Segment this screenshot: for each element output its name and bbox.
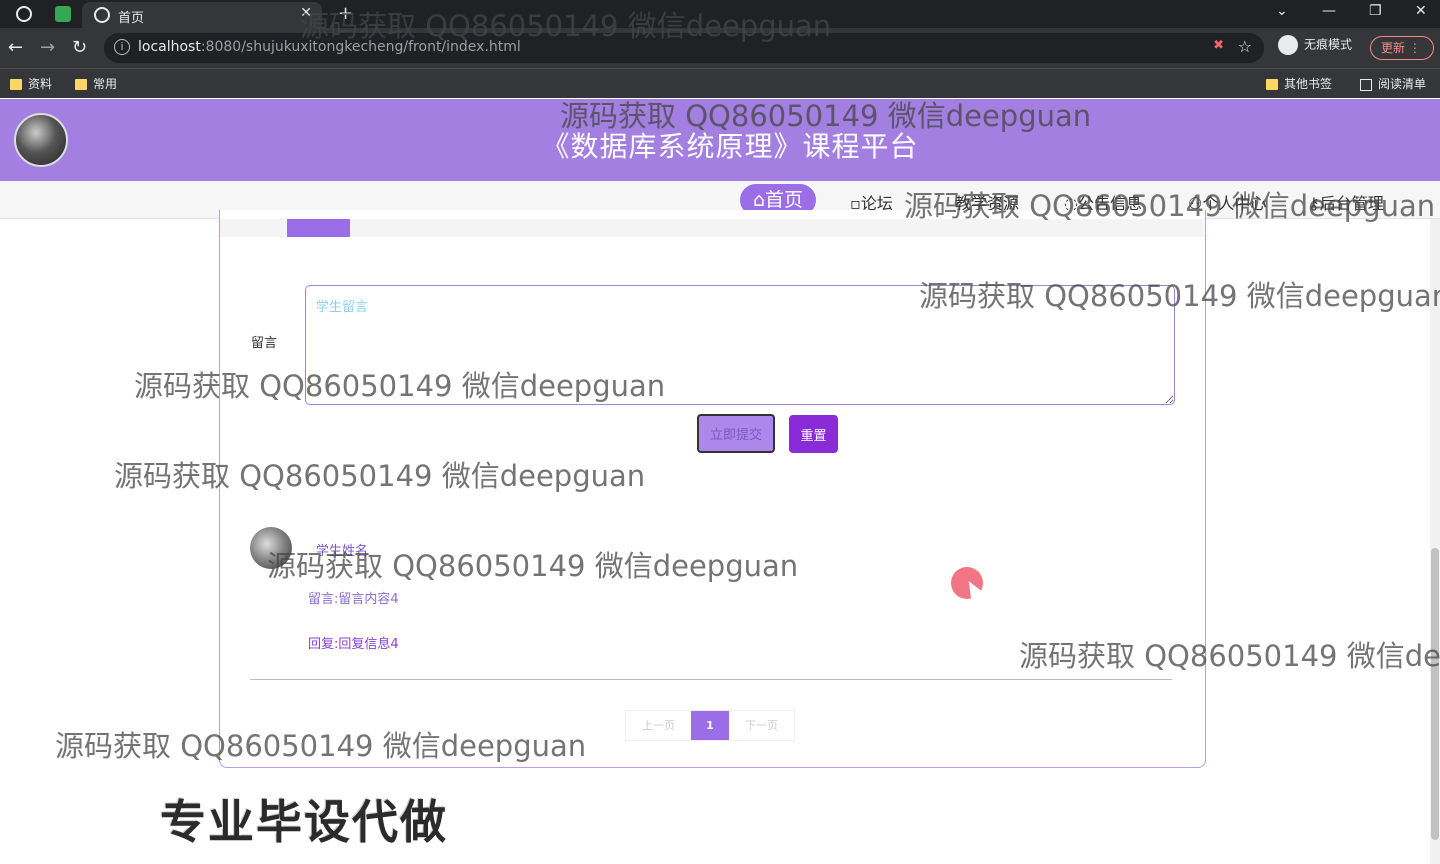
minimize-window-button[interactable]: — bbox=[1322, 3, 1336, 19]
info-icon[interactable]: i bbox=[114, 39, 130, 55]
next-page-button[interactable]: 下一页 bbox=[729, 711, 794, 740]
reload-icon[interactable]: ↻ bbox=[72, 37, 87, 58]
promo-banner: 专业毕设代做 bbox=[160, 795, 448, 849]
detail-tabs bbox=[220, 219, 1204, 237]
bookmarks-bar: 资料 常用 其他书签 阅读清单 bbox=[0, 68, 1440, 98]
incognito-icon bbox=[1278, 35, 1298, 55]
reset-button[interactable]: 重置 bbox=[789, 415, 838, 453]
forward-arrow-icon[interactable]: → bbox=[40, 37, 55, 58]
bookmark-folder-changyong[interactable]: 常用 bbox=[75, 75, 117, 92]
tab-title: 首页 bbox=[118, 11, 145, 26]
close-tab-icon[interactable]: ✕ bbox=[300, 5, 312, 21]
comment-content: 留言:留言内容4 bbox=[308, 592, 399, 607]
message-textarea[interactable] bbox=[305, 285, 1175, 405]
browser-tab-home[interactable]: 首页 ✕ bbox=[82, 2, 322, 28]
page-1-button[interactable]: 1 bbox=[691, 711, 729, 740]
blocked-popup-icon[interactable]: ✖ bbox=[1213, 38, 1224, 53]
divider bbox=[250, 679, 1172, 680]
address-bar[interactable]: i localhost:8080/shujukuxitongkecheng/fr… bbox=[104, 33, 1264, 63]
reading-list-icon bbox=[1360, 78, 1372, 91]
message-label: 留言 bbox=[251, 336, 278, 351]
scrollbar-thumb[interactable] bbox=[1431, 548, 1439, 840]
browser-toolbar: ← → ↻ i localhost:8080/shujukuxitongkech… bbox=[0, 28, 1440, 68]
pagination: 上一页 1 下一页 bbox=[625, 710, 795, 741]
comment-reply: 回复:回复信息4 bbox=[308, 637, 399, 652]
key-icon: ⚷ bbox=[1308, 194, 1320, 213]
close-window-button[interactable]: ✕ bbox=[1415, 3, 1427, 19]
folder-icon bbox=[1266, 79, 1278, 90]
sheets-app-icon[interactable] bbox=[55, 6, 71, 22]
tab-messages[interactable] bbox=[287, 219, 350, 237]
comment-author: 学生姓名 bbox=[316, 544, 369, 559]
bookmark-folder-other[interactable]: 其他书签 bbox=[1266, 75, 1332, 92]
reading-list[interactable]: 阅读清单 bbox=[1360, 75, 1426, 92]
globe-icon bbox=[94, 7, 110, 23]
url-text[interactable]: localhost:8080/shujukuxitongkecheng/fron… bbox=[138, 39, 521, 55]
site-header: 《数据库系统原理》课程平台 bbox=[0, 99, 1440, 181]
submit-button[interactable]: 立即提交 bbox=[697, 414, 775, 453]
avatar bbox=[250, 527, 292, 569]
bookmark-folder-ziliao[interactable]: 资料 bbox=[10, 75, 52, 92]
prev-page-button[interactable]: 上一页 bbox=[626, 711, 691, 740]
folder-icon bbox=[75, 79, 87, 90]
update-button[interactable]: 更新 ⋮ bbox=[1370, 36, 1434, 60]
message-board-card: 留言 立即提交 重置 学生姓名 留言:留言内容4 回复:回复信息4 上一页 1 … bbox=[219, 210, 1206, 768]
folder-icon bbox=[10, 79, 22, 90]
browser-tabbar: 首页 ✕ + ⌄ — ❐ ✕ bbox=[0, 0, 1440, 28]
incognito-indicator[interactable]: 无痕模式 bbox=[1278, 35, 1352, 55]
nav-item-admin[interactable]: ⚷后台管理 bbox=[1308, 190, 1384, 214]
browser-app-icon[interactable] bbox=[16, 6, 32, 22]
restore-window-button[interactable]: ❐ bbox=[1369, 3, 1382, 19]
new-tab-button[interactable]: + bbox=[338, 3, 353, 24]
back-arrow-icon[interactable]: ← bbox=[8, 37, 23, 58]
site-title: 《数据库系统原理》课程平台 bbox=[541, 130, 919, 163]
bookmark-star-icon[interactable]: ☆ bbox=[1238, 37, 1252, 56]
tab-search-icon[interactable]: ⌄ bbox=[1276, 3, 1288, 19]
